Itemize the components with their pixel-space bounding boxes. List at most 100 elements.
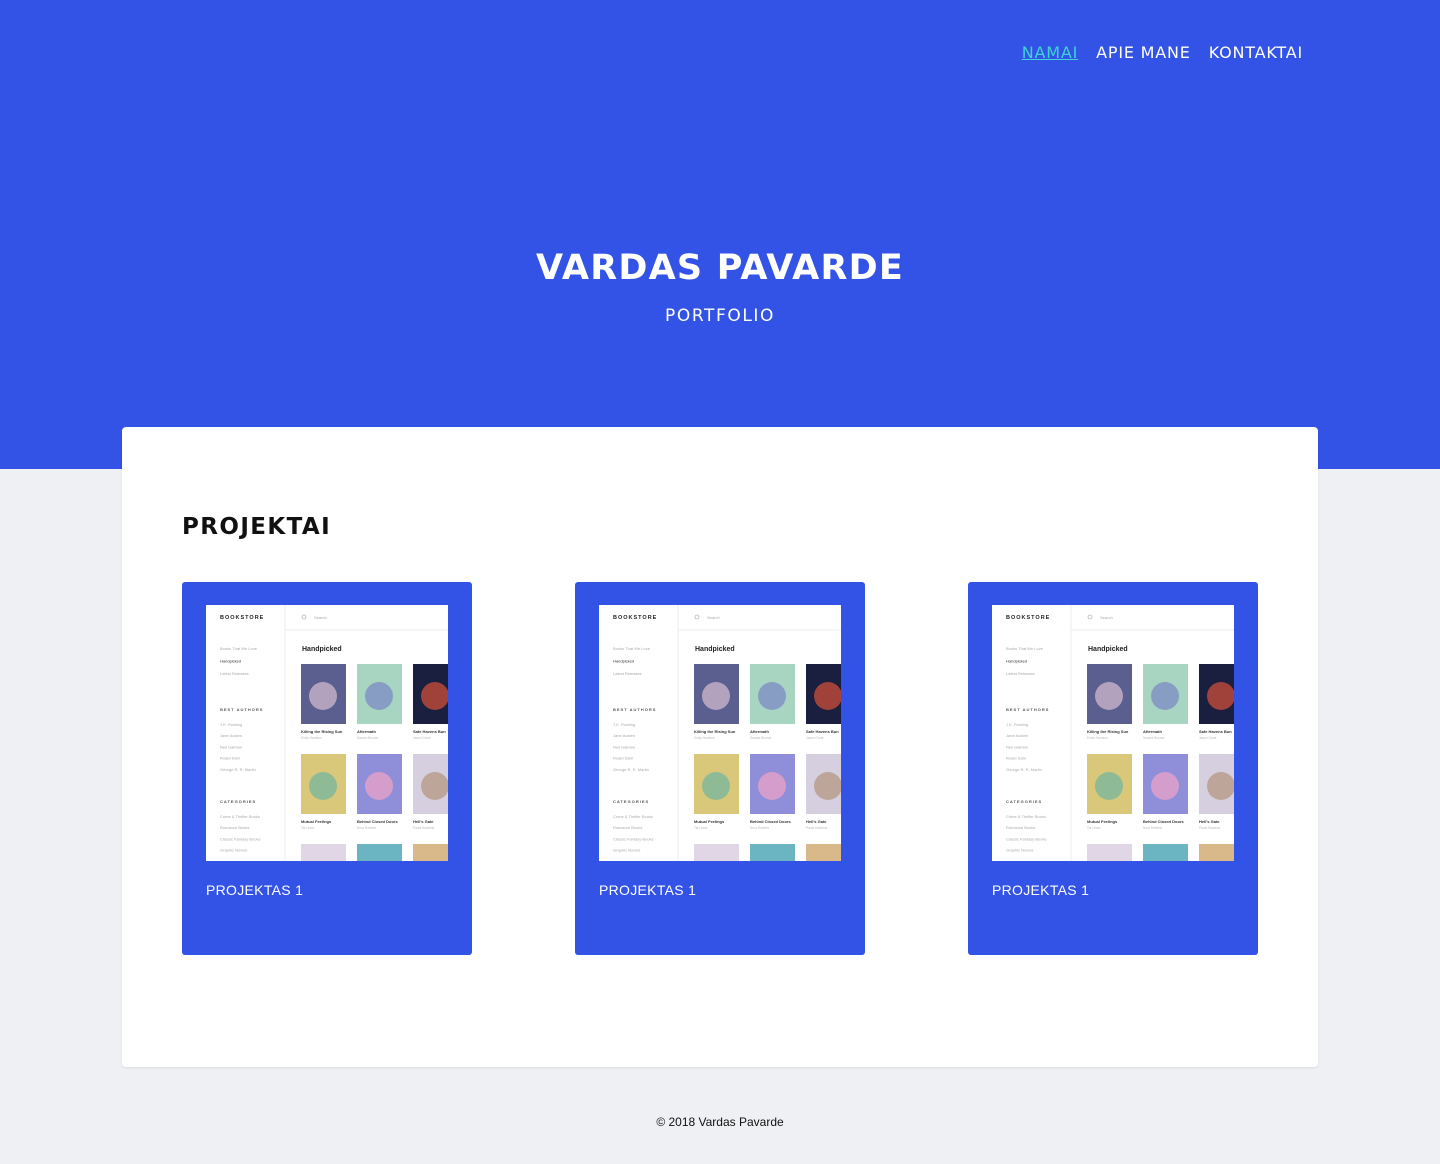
mockup-search-placeholder: Search	[1100, 615, 1113, 620]
project-thumbnail[interactable]: BOOKSTORE Search Books That We Love Handpic…	[206, 605, 448, 861]
mockup-book-title: Killing the Rising Sun	[1087, 729, 1129, 734]
project-thumbnail[interactable]: BOOKSTORE Search Books That We Love Handpic…	[992, 605, 1234, 861]
bookstore-mockup: BOOKSTORE Search Books That We Love Handpic…	[599, 605, 841, 861]
hero-header: NAMAI APIE MANE KONTAKTAI VARDAS PAVARDE…	[0, 0, 1440, 469]
mockup-book-cover-art	[1207, 682, 1234, 710]
mockup-section-heading: Handpicked	[695, 646, 735, 653]
mockup-book-title: Behind Closed Doors	[750, 819, 791, 824]
mockup-book-author: Sandra Bourne	[750, 736, 772, 740]
mockup-category-link: Graphic Novels	[613, 848, 640, 853]
mockup-author-link: Roald Dahl	[1006, 756, 1026, 761]
mockup-author-link: George R. R. Martin	[613, 767, 649, 772]
mockup-book-cover	[1199, 844, 1234, 861]
mockup-category-link: Graphic Novels	[1006, 848, 1033, 853]
mockup-category-link: Crime & Thriller Books	[613, 814, 653, 819]
mockup-author-link: Neil Gaiman	[220, 744, 242, 749]
nav-link-contacts[interactable]: KONTAKTAI	[1209, 42, 1303, 64]
mockup-book-cover	[806, 844, 841, 861]
mockup-book-title: Aftermath	[750, 729, 769, 734]
mockup-category-link: Classic Fantasy Books	[220, 836, 260, 841]
mockup-book-author: Emily Harrison	[301, 736, 322, 740]
mockup-book-cover-art	[814, 772, 841, 800]
project-thumbnail[interactable]: BOOKSTORE Search Books That We Love Handpic…	[599, 605, 841, 861]
project-label[interactable]: PROJEKTAS 1	[599, 882, 696, 898]
mockup-book-title: Aftermath	[1143, 729, 1162, 734]
mockup-book-author: Jason Grant	[413, 736, 430, 740]
mockup-sidebar-link: Latest Releases	[220, 671, 249, 676]
mockup-author-link: Jane Austen	[220, 733, 242, 738]
mockup-book-title: Mutual Feelings	[1087, 819, 1118, 824]
mockup-category-link: Romance Books	[613, 825, 642, 830]
mockup-book-title: Mutual Feelings	[301, 819, 332, 824]
mockup-category-link: Classic Fantasy Books	[1006, 836, 1046, 841]
mockup-categories-heading: CATEGORIES	[613, 799, 649, 804]
hero-title: VARDAS PAVARDE	[536, 248, 904, 288]
project-label[interactable]: PROJEKTAS 1	[206, 882, 303, 898]
mockup-book-cover	[357, 844, 402, 861]
mockup-sidebar-link: Books That We Love	[1006, 646, 1044, 651]
mockup-book-title: Behind Closed Doors	[357, 819, 398, 824]
mockup-author-link: Jane Austen	[1006, 733, 1028, 738]
mockup-book-title: Safe Havens Bun	[806, 729, 839, 734]
mockup-sidebar-link: Books That We Love	[220, 646, 258, 651]
mockup-book-cover-art	[1095, 682, 1123, 710]
mockup-sidebar-link: Books That We Love	[613, 646, 651, 651]
mockup-author-link: George R. R. Martin	[220, 767, 256, 772]
mockup-book-cover-art	[702, 682, 730, 710]
mockup-book-title: Hell's Gate	[806, 819, 827, 824]
mockup-category-link: Crime & Thriller Books	[220, 814, 260, 819]
mockup-category-link: Classic Fantasy Books	[613, 836, 653, 841]
project-card[interactable]: BOOKSTORE Search Books That We Love Handpic…	[182, 582, 472, 955]
mockup-author-link: J.K. Rowling	[1006, 722, 1028, 727]
project-card[interactable]: BOOKSTORE Search Books That We Love Handpic…	[968, 582, 1258, 955]
mockup-book-author: Emily Harrison	[1087, 736, 1108, 740]
mockup-book-cover	[413, 844, 448, 861]
mockup-book-author: Tia Lewis	[301, 826, 315, 830]
mockup-book-cover	[301, 844, 346, 861]
mockup-book-cover-art	[758, 682, 786, 710]
hero-subtitle: PORTFOLIO	[664, 306, 776, 326]
mockup-book-cover-art	[309, 682, 337, 710]
mockup-category-link: Romance Books	[1006, 825, 1035, 830]
mockup-book-cover	[1143, 844, 1188, 861]
mockup-author-link: Neil Gaiman	[1006, 744, 1028, 749]
mockup-book-author: Nora Roberts	[750, 826, 769, 830]
bookstore-mockup: BOOKSTORE Search Books That We Love Handpic…	[206, 605, 448, 861]
project-label[interactable]: PROJEKTAS 1	[992, 882, 1089, 898]
nav-link-about[interactable]: APIE MANE	[1096, 42, 1191, 64]
mockup-author-link: J.K. Rowling	[220, 722, 242, 727]
footer-copyright: © 2018 Vardas Pavarde	[656, 1115, 784, 1129]
mockup-book-title: Safe Havens Bun	[1199, 729, 1232, 734]
mockup-book-cover	[1087, 844, 1132, 861]
nav-link-home[interactable]: NAMAI	[1022, 42, 1078, 64]
mockup-book-cover-art	[758, 772, 786, 800]
mockup-book-cover-art	[309, 772, 337, 800]
mockup-book-author: Tia Lewis	[1087, 826, 1101, 830]
mockup-book-author: Paula Hawkins	[413, 826, 434, 830]
mockup-book-author: Jason Grant	[1199, 736, 1216, 740]
mockup-book-author: Jason Grant	[806, 736, 823, 740]
mockup-book-title: Hell's Gate	[1199, 819, 1220, 824]
mockup-sidebar-link: Handpicked	[220, 659, 241, 664]
mockup-book-cover	[750, 844, 795, 861]
mockup-authors-heading: BEST AUTHORS	[220, 707, 263, 712]
mockup-book-title: Aftermath	[357, 729, 376, 734]
project-card[interactable]: BOOKSTORE Search Books That We Love Handpic…	[575, 582, 865, 955]
mockup-category-link: Crime & Thriller Books	[1006, 814, 1046, 819]
mockup-authors-heading: BEST AUTHORS	[1006, 707, 1049, 712]
mockup-section-heading: Handpicked	[1088, 646, 1128, 653]
mockup-author-link: Jane Austen	[613, 733, 635, 738]
mockup-book-cover-art	[702, 772, 730, 800]
mockup-sidebar-link: Latest Releases	[1006, 671, 1035, 676]
mockup-book-author: Nora Roberts	[1143, 826, 1162, 830]
mockup-brand: BOOKSTORE	[1006, 615, 1050, 621]
mockup-book-cover-art	[421, 682, 448, 710]
mockup-categories-heading: CATEGORIES	[220, 799, 256, 804]
mockup-book-cover-art	[1151, 682, 1179, 710]
mockup-sidebar-link: Handpicked	[613, 659, 634, 664]
mockup-section-heading: Handpicked	[302, 646, 342, 653]
mockup-author-link: Roald Dahl	[613, 756, 633, 761]
mockup-brand: BOOKSTORE	[613, 615, 657, 621]
mockup-book-author: Nora Roberts	[357, 826, 376, 830]
mockup-book-title: Mutual Feelings	[694, 819, 725, 824]
